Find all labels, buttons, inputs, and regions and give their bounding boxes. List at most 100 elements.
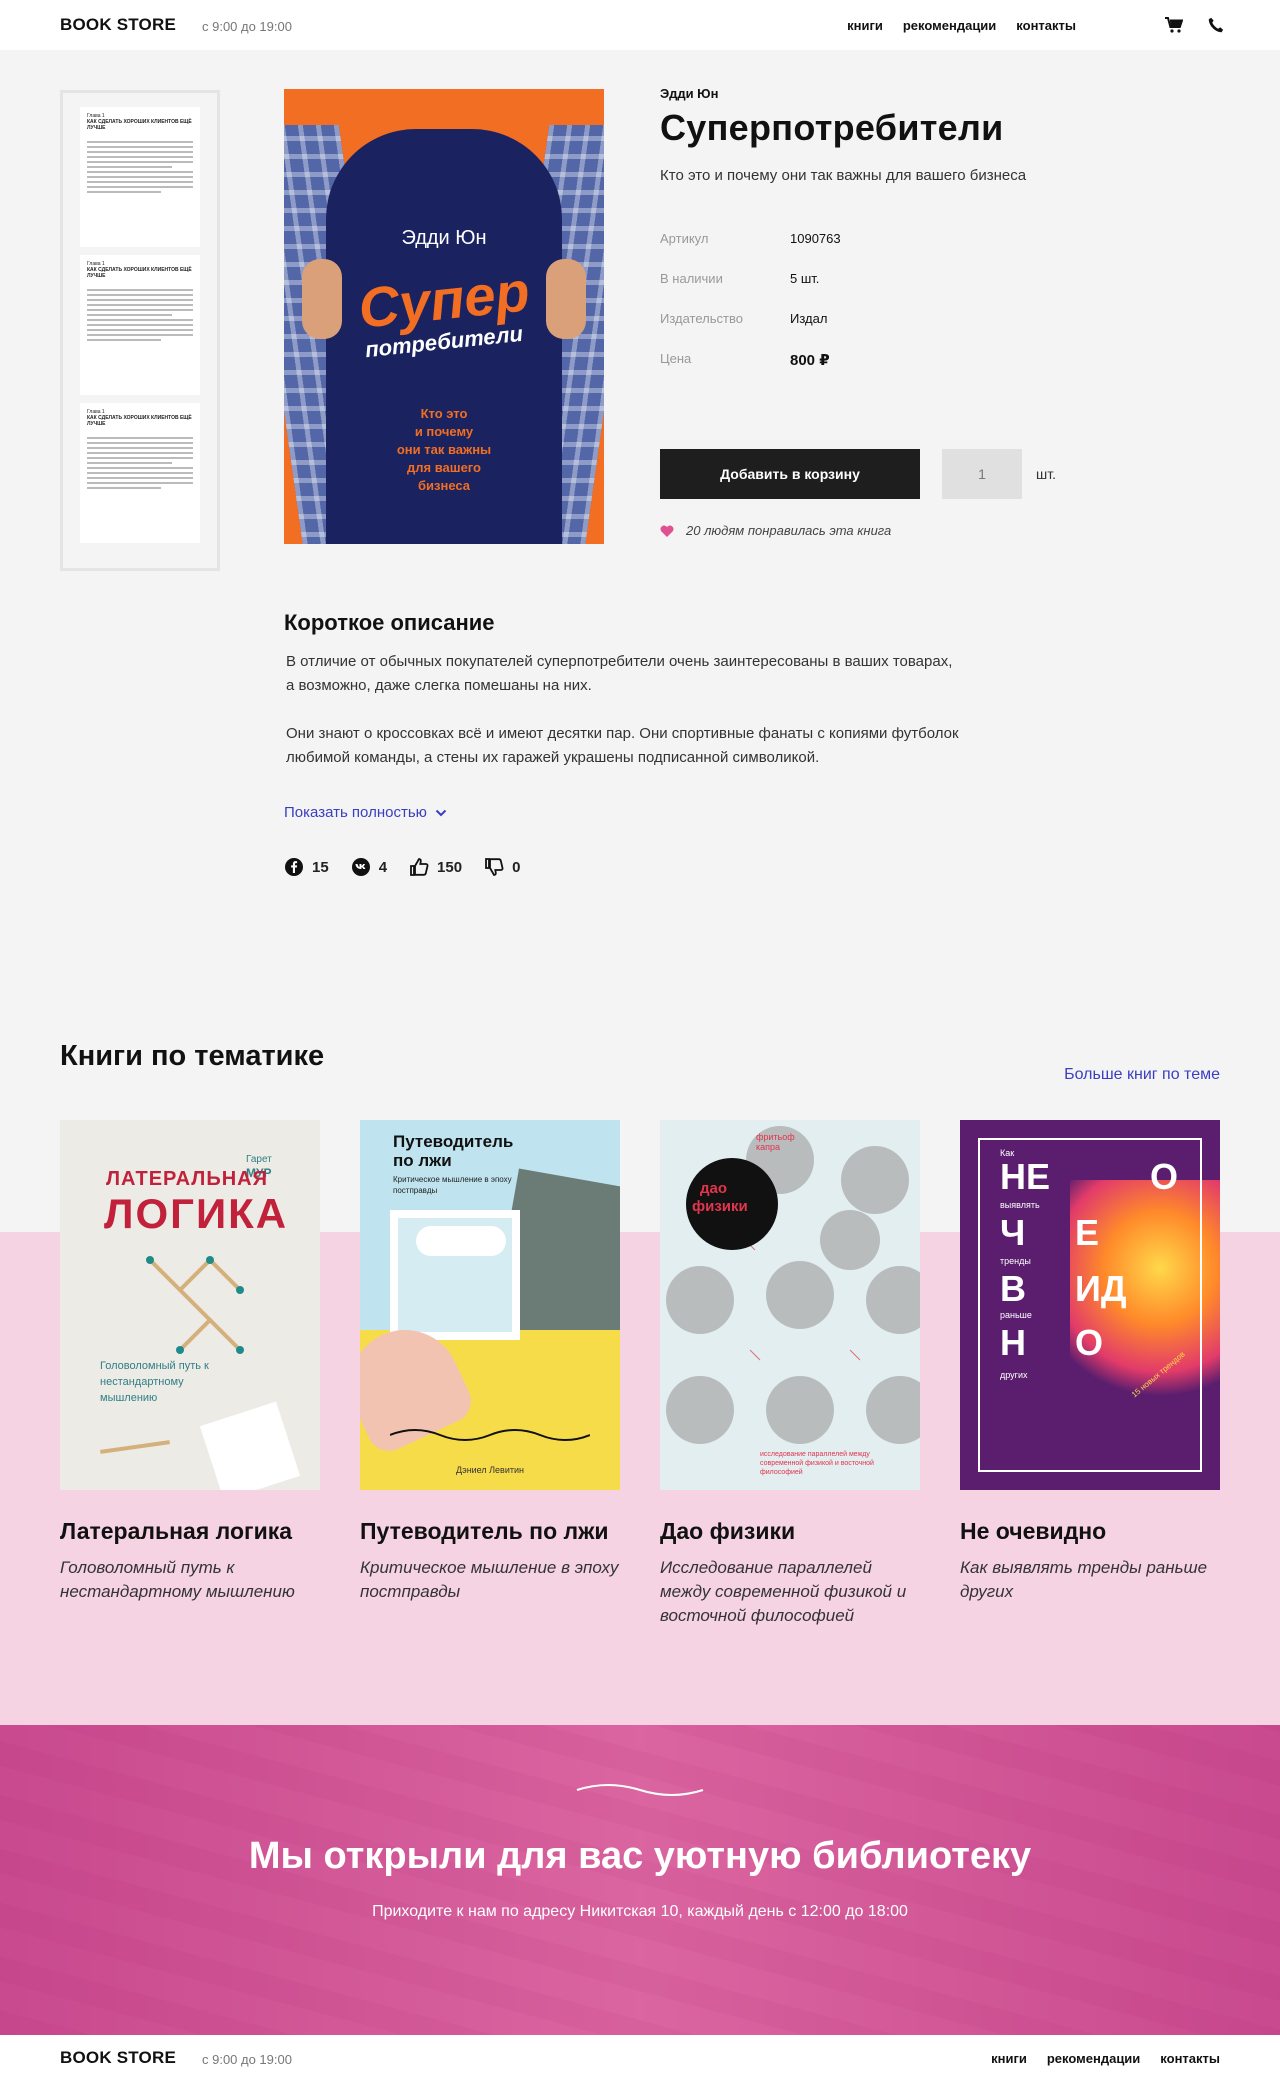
description-paragraph: Они знают о кроссовках всё и имеют десят… <box>286 725 959 766</box>
book-card[interactable]: Гарет МУР ЛАТЕРАЛЬНАЯ ЛОГИКА Головоломны… <box>60 1120 320 1628</box>
book-subtitle: Кто это и почему они так важны для вашег… <box>660 167 1027 184</box>
footer-logo[interactable]: BOOK STORE <box>60 2048 176 2068</box>
site-footer: BOOK STORE с 9:00 до 19:00 книги рекомен… <box>0 2035 1280 2081</box>
vk-share[interactable]: 4 <box>351 857 387 877</box>
banner-heading: Мы открыли для вас уютную библиотеку <box>248 1835 1032 1877</box>
footer-nav: книги рекомендации контакты <box>971 2051 1220 2066</box>
book-card-subtitle: Как выявлять тренды раньше других <box>960 1558 1208 1601</box>
likes-count: 150 <box>437 858 463 876</box>
more-books-link[interactable]: Больше книг по теме <box>1064 1066 1220 1084</box>
cover-title-line2: ЛОГИКА <box>104 1190 289 1237</box>
book-card-cover[interactable]: Как НЕ О выявлять Ч Е тренды В ИД раньше… <box>960 1120 1220 1490</box>
spec-label: Издательство <box>660 311 743 326</box>
spec-value: 5 шт. <box>790 271 820 286</box>
facebook-count: 15 <box>312 858 329 876</box>
cover-subtitle: Критическое мышление в эпоху постправды <box>393 1175 512 1195</box>
cover-letters: Ч <box>1000 1212 1026 1253</box>
site-logo[interactable]: BOOK STORE <box>60 15 176 35</box>
barbed-wire <box>390 1429 590 1441</box>
spec-price: Цена 800 ₽ <box>660 351 1220 391</box>
description-paragraph: В отличие от обычных покупателей суперпо… <box>286 653 953 694</box>
cover-letters: В <box>1000 1268 1026 1309</box>
cover-author: Дэниел Левитин <box>456 1465 524 1475</box>
book-card[interactable]: Как НЕ О выявлять Ч Е тренды В ИД раньше… <box>960 1120 1220 1628</box>
spec-stock: В наличии 5 шт. <box>660 271 1220 311</box>
book-card[interactable]: Путеводитель по лжи Критическое мышление… <box>360 1120 620 1628</box>
site-header: BOOK STORE с 9:00 до 19:00 книги рекомен… <box>0 0 1280 50</box>
nav-books[interactable]: книги <box>847 18 883 33</box>
preview-page[interactable]: Глава 1 КАК СДЕЛАТЬ ХОРОШИХ КЛИЕНТОВ ЕЩЁ… <box>80 255 200 395</box>
spec-value: Издал <box>790 311 828 326</box>
add-to-cart-button[interactable]: Добавить в корзину <box>660 449 920 499</box>
spec-label: Артикул <box>660 231 709 246</box>
cover-author: фритьоф капра <box>756 1132 795 1152</box>
spec-label: Цена <box>660 351 692 366</box>
product-info: Эдди Юн Суперпотребители Кто это и почем… <box>660 86 1220 538</box>
cover-cloud <box>416 1226 506 1256</box>
book-specs: Артикул 1090763 В наличии 5 шт. Издательст… <box>660 231 1220 391</box>
book-card-title[interactable]: Путеводитель по лжи <box>360 1516 620 1546</box>
book-card-cover[interactable]: Путеводитель по лжи Критическое мышление… <box>360 1120 620 1490</box>
quantity-input[interactable]: 1 <box>942 449 1022 499</box>
social-counters: 15 4 150 0 <box>284 857 964 877</box>
dislike-button[interactable]: 0 <box>484 857 520 877</box>
book-card[interactable]: дао физики фритьоф капра исследование па… <box>660 1120 920 1628</box>
page-heading: КАК СДЕЛАТЬ ХОРОШИХ КЛИЕНТОВ ЕЩЁ ЛУЧШЕ <box>87 119 192 131</box>
facebook-icon <box>285 858 303 876</box>
thumbs-up-icon <box>410 858 429 876</box>
working-hours: с 9:00 до 19:00 <box>201 18 292 34</box>
spec-sku: Артикул 1090763 <box>660 231 1220 271</box>
cover-author: Эдди Юн <box>401 227 487 249</box>
cover-letters: НЕ <box>1000 1156 1051 1197</box>
spec-label: В наличии <box>660 271 723 286</box>
cover-title-line1: ЛАТЕРАЛЬНАЯ <box>106 1168 268 1190</box>
description-section: Короткое описание В отличие от обычных п… <box>284 610 964 877</box>
cover-subtitle: Головоломный путь к нестандартному мышле… <box>100 1360 209 1404</box>
book-card-cover[interactable]: Гарет МУР ЛАТЕРАЛЬНАЯ ЛОГИКА Головоломны… <box>60 1120 320 1490</box>
cart-icon[interactable] <box>1162 13 1186 37</box>
preview-page[interactable]: Глава 1 КАК СДЕЛАТЬ ХОРОШИХ КЛИЕНТОВ ЕЩЁ… <box>80 403 200 543</box>
book-card-cover[interactable]: дао физики фритьоф капра исследование па… <box>660 1120 920 1490</box>
book-author[interactable]: Эдди Юн <box>660 86 1220 101</box>
cover-small-word: тренды <box>1000 1256 1031 1266</box>
like-button[interactable]: 150 <box>409 857 462 877</box>
cover-circles <box>666 1126 920 1444</box>
book-title: Суперпотребители <box>660 107 1004 148</box>
nav-recommendations[interactable]: рекомендации <box>903 18 996 33</box>
wave-decoration <box>576 1784 704 1796</box>
footer-nav-books[interactable]: книги <box>991 2051 1027 2066</box>
cover-subtitle: исследование параллелей между современно… <box>760 1451 874 1476</box>
preview-pages[interactable]: Глава 1 КАК СДЕЛАТЬ ХОРОШИХ КЛИЕНТОВ ЕЩЁ… <box>60 90 220 571</box>
description-heading: Короткое описание <box>284 610 495 635</box>
book-card-subtitle: Исследование параллелей между современно… <box>660 1558 907 1625</box>
book-cover[interactable]: Эдди Юн Супер потребители Кто это и поче… <box>284 89 604 544</box>
book-card-subtitle: Головоломный путь к нестандартному мышле… <box>60 1558 295 1601</box>
book-card-title[interactable]: Латеральная логика <box>60 1516 320 1546</box>
footer-nav-recommendations[interactable]: рекомендации <box>1047 2051 1140 2066</box>
main-nav: книги рекомендации контакты <box>827 18 1076 33</box>
banner-text: Приходите к нам по адресу Никитская 10, … <box>372 1903 908 1920</box>
header-actions <box>1162 13 1228 37</box>
price-value: 800 ₽ <box>790 352 830 369</box>
cover-letters: О <box>1150 1156 1179 1197</box>
cover-letters: О <box>1075 1322 1104 1363</box>
nav-contacts[interactable]: контакты <box>1016 18 1076 33</box>
facebook-share[interactable]: 15 <box>284 857 329 877</box>
show-more-link[interactable]: Показать полностью <box>284 804 964 821</box>
cover-small-word: раньше <box>1000 1310 1032 1320</box>
phone-icon[interactable] <box>1204 13 1228 37</box>
book-card-title[interactable]: Не очевидно <box>960 1516 1220 1546</box>
cover-small-word: других <box>1000 1370 1028 1380</box>
cover-title-line2: по лжи <box>393 1151 452 1170</box>
cover-subtitle: Кто это и почему они так важны для вашег… <box>396 406 492 493</box>
preview-page[interactable]: Глава 1 КАК СДЕЛАТЬ ХОРОШИХ КЛИЕНТОВ ЕЩЁ… <box>80 107 200 247</box>
book-card-title[interactable]: Дао физики <box>660 1516 920 1546</box>
spec-value: 1090763 <box>790 231 841 246</box>
footer-nav-contacts[interactable]: контакты <box>1160 2051 1220 2066</box>
vk-count: 4 <box>378 858 388 876</box>
cover-letters: Е <box>1075 1212 1100 1253</box>
cover-title-line1: дао <box>700 1180 728 1197</box>
cover-letters: Н <box>1000 1322 1026 1363</box>
dislikes-count: 0 <box>512 858 521 876</box>
likes-text: 20 людям понравилась эта книга <box>686 523 892 538</box>
